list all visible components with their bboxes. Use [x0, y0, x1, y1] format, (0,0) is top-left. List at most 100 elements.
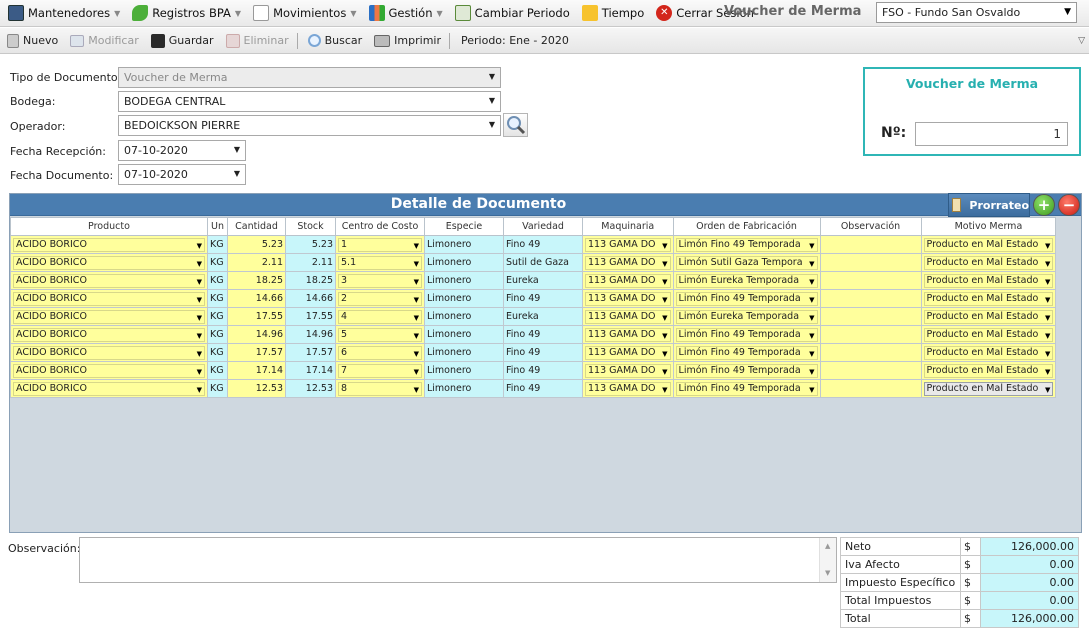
add-row-button[interactable]: + [1033, 194, 1055, 216]
cell-centro-costo[interactable]: 2 ▼ [335, 289, 425, 308]
producto-select[interactable]: ACIDO BORICO ▼ [13, 345, 205, 360]
cell-maquinaria[interactable]: 113 GAMA DO ▼ [582, 271, 674, 290]
cell-orden-fabricacion[interactable]: Limón Fino 49 Temporada ▼ [672, 361, 821, 380]
producto-select[interactable]: ACIDO BORICO ▼ [13, 291, 205, 306]
col-header-centro-costo[interactable]: Centro de Costo [335, 217, 425, 236]
cell-orden-fabricacion[interactable]: Limón Fino 49 Temporada ▼ [672, 343, 821, 362]
producto-select[interactable]: ACIDO BORICO ▼ [13, 327, 205, 342]
maquinaria-select[interactable]: 113 GAMA DO ▼ [585, 327, 671, 342]
guardar-button[interactable]: Guardar [144, 28, 219, 54]
cell-cantidad[interactable]: 17.55 [227, 307, 286, 326]
centro-costo-select[interactable]: 5 ▼ [338, 327, 422, 342]
fecha-recepcion-field[interactable]: 07-10-2020 ▼ [118, 140, 246, 161]
cell-cantidad[interactable]: 14.96 [227, 325, 286, 344]
menu-movimientos[interactable]: Movimientos ▼ [245, 0, 360, 27]
maquinaria-select[interactable]: 113 GAMA DO ▼ [585, 273, 671, 288]
col-header-cantidad[interactable]: Cantidad [227, 217, 286, 236]
centro-costo-select[interactable]: 4 ▼ [338, 309, 422, 324]
cell-maquinaria[interactable]: 113 GAMA DO ▼ [582, 379, 674, 398]
maquinaria-select[interactable]: 113 GAMA DO ▼ [585, 255, 671, 270]
cell-maquinaria[interactable]: 113 GAMA DO ▼ [582, 235, 674, 254]
fecha-documento-field[interactable]: 07-10-2020 ▼ [118, 164, 246, 185]
producto-select[interactable]: ACIDO BORICO ▼ [13, 381, 205, 396]
motivo-merma-select[interactable]: Producto en Mal Estado ▼ [923, 273, 1054, 288]
cell-maquinaria[interactable]: 113 GAMA DO ▼ [582, 289, 674, 308]
cell-cantidad[interactable]: 17.57 [227, 343, 286, 362]
col-header-observacion[interactable]: Observación [819, 217, 922, 236]
cell-motivo-merma[interactable]: Producto en Mal Estado ▼ [920, 235, 1057, 254]
cell-centro-costo[interactable]: 1 ▼ [335, 235, 425, 254]
cell-maquinaria[interactable]: 113 GAMA DO ▼ [582, 361, 674, 380]
orden-fabricacion-select[interactable]: Limón Fino 49 Temporada ▼ [675, 345, 818, 360]
motivo-merma-select[interactable]: Producto en Mal Estado ▼ [923, 345, 1054, 360]
cell-observacion[interactable] [819, 271, 922, 290]
cell-observacion[interactable] [819, 325, 922, 344]
centro-costo-select[interactable]: 2 ▼ [338, 291, 422, 306]
prorrateo-button[interactable]: Prorrateo [948, 193, 1030, 217]
orden-fabricacion-select[interactable]: Limón Eureka Temporada ▼ [675, 309, 818, 324]
maquinaria-select[interactable]: 113 GAMA DO ▼ [585, 381, 671, 396]
cell-orden-fabricacion[interactable]: Limón Eureka Temporada ▼ [672, 307, 821, 326]
table-row[interactable]: ACIDO BORICO ▼ KG 17.55 17.55 4 ▼ Limonero Eurek… [10, 307, 1057, 326]
cell-producto[interactable]: ACIDO BORICO ▼ [10, 343, 208, 362]
table-row[interactable]: ACIDO BORICO ▼ KG 17.14 17.14 7 ▼ Limonero Fino … [10, 361, 1057, 380]
cell-maquinaria[interactable]: 113 GAMA DO ▼ [582, 343, 674, 362]
cell-producto[interactable]: ACIDO BORICO ▼ [10, 307, 208, 326]
observacion-scrollbar[interactable]: ▲ ▼ [819, 538, 836, 582]
motivo-merma-select[interactable]: Producto en Mal Estado ▼ [923, 309, 1054, 324]
cell-orden-fabricacion[interactable]: Limón Fino 49 Temporada ▼ [672, 379, 821, 398]
nuevo-button[interactable]: Nuevo [0, 28, 63, 54]
cell-motivo-merma[interactable]: Producto en Mal Estado ▼ [920, 271, 1057, 290]
cell-motivo-merma[interactable]: Producto en Mal Estado ▼ [920, 325, 1057, 344]
cell-producto[interactable]: ACIDO BORICO ▼ [10, 235, 208, 254]
voucher-number-field[interactable]: 1 [915, 122, 1068, 146]
cell-producto[interactable]: ACIDO BORICO ▼ [10, 361, 208, 380]
cell-cantidad[interactable]: 17.14 [227, 361, 286, 380]
centro-costo-select[interactable]: 5.1 ▼ [338, 255, 422, 270]
cell-producto[interactable]: ACIDO BORICO ▼ [10, 289, 208, 308]
cell-motivo-merma[interactable]: Producto en Mal Estado ▼ [920, 253, 1057, 272]
cell-observacion[interactable] [819, 361, 922, 380]
centro-costo-select[interactable]: 3 ▼ [338, 273, 422, 288]
imprimir-button[interactable]: Imprimir [367, 28, 446, 54]
centro-costo-select[interactable]: 8 ▼ [338, 381, 422, 396]
cell-orden-fabricacion[interactable]: Limón Sutil Gaza Tempora ▼ [672, 253, 821, 272]
cell-producto[interactable]: ACIDO BORICO ▼ [10, 325, 208, 344]
bodega-select[interactable]: BODEGA CENTRAL ▼ [118, 91, 501, 112]
scroll-up-icon[interactable]: ▲ [825, 542, 830, 550]
producto-select[interactable]: ACIDO BORICO ▼ [13, 255, 205, 270]
menu-cambiar-periodo[interactable]: Cambiar Periodo [447, 0, 574, 27]
cell-motivo-merma[interactable]: Producto en Mal Estado ▼ [920, 379, 1057, 398]
motivo-merma-select[interactable]: Producto en Mal Estado ▼ [923, 327, 1054, 342]
tipo-documento-select[interactable]: Voucher de Merma ▼ [118, 67, 501, 88]
motivo-merma-select[interactable]: Producto en Mal Estado ▼ [923, 291, 1054, 306]
cell-observacion[interactable] [819, 379, 922, 398]
cell-centro-costo[interactable]: 6 ▼ [335, 343, 425, 362]
cell-motivo-merma[interactable]: Producto en Mal Estado ▼ [920, 307, 1057, 326]
observacion-textarea[interactable]: ▲ ▼ [79, 537, 837, 583]
cell-orden-fabricacion[interactable]: Limón Eureka Temporada ▼ [672, 271, 821, 290]
cell-maquinaria[interactable]: 113 GAMA DO ▼ [582, 307, 674, 326]
table-row[interactable]: ACIDO BORICO ▼ KG 5.23 5.23 1 ▼ Limonero Fino 49… [10, 235, 1057, 254]
cell-motivo-merma[interactable]: Producto en Mal Estado ▼ [920, 343, 1057, 362]
collapse-icon[interactable]: ▽ [1078, 36, 1085, 46]
motivo-merma-select[interactable]: Producto en Mal Estado ▼ [923, 381, 1054, 396]
buscar-button[interactable]: Buscar [301, 28, 368, 54]
maquinaria-select[interactable]: 113 GAMA DO ▼ [585, 291, 671, 306]
producto-select[interactable]: ACIDO BORICO ▼ [13, 237, 205, 252]
cell-orden-fabricacion[interactable]: Limón Fino 49 Temporada ▼ [672, 325, 821, 344]
producto-select[interactable]: ACIDO BORICO ▼ [13, 273, 205, 288]
table-row[interactable]: ACIDO BORICO ▼ KG 2.11 2.11 5.1 ▼ Limonero Sutil… [10, 253, 1057, 272]
cell-centro-costo[interactable]: 3 ▼ [335, 271, 425, 290]
eliminar-button[interactable]: Eliminar [219, 28, 294, 54]
orden-fabricacion-select[interactable]: Limón Fino 49 Temporada ▼ [675, 237, 818, 252]
cell-producto[interactable]: ACIDO BORICO ▼ [10, 379, 208, 398]
menu-registros-bpa[interactable]: Registros BPA ▼ [124, 0, 245, 27]
cell-cantidad[interactable]: 5.23 [227, 235, 286, 254]
menu-mantenedores[interactable]: Mantenedores ▼ [0, 0, 124, 27]
table-row[interactable]: ACIDO BORICO ▼ KG 17.57 17.57 6 ▼ Limonero Fino … [10, 343, 1057, 362]
maquinaria-select[interactable]: 113 GAMA DO ▼ [585, 363, 671, 378]
maquinaria-select[interactable]: 113 GAMA DO ▼ [585, 345, 671, 360]
menu-tiempo[interactable]: Tiempo [574, 0, 648, 27]
cell-centro-costo[interactable]: 5 ▼ [335, 325, 425, 344]
